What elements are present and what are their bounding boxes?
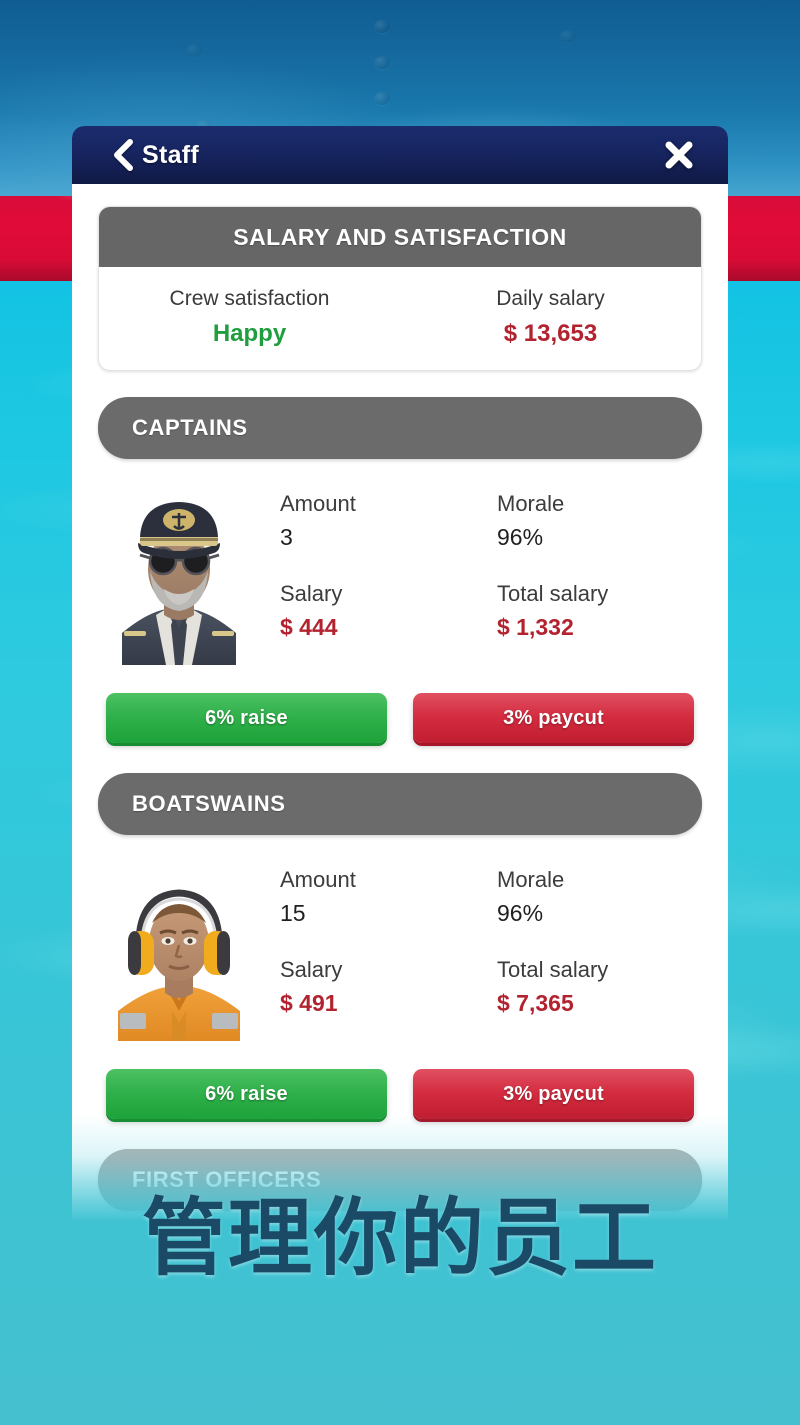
dialog-content-area: SALARY AND SATISFACTION Crew satisfactio… <box>72 184 728 1222</box>
crew-block-boatswains: Amount 15 Morale 96% Salary $ 491 Total … <box>98 861 702 1119</box>
paycut-button[interactable]: 3% paycut <box>413 693 694 743</box>
close-button[interactable] <box>652 126 706 184</box>
crew-stats: Amount 3 Morale 96% Salary $ 444 Total s… <box>280 485 696 641</box>
total-salary-label: Total salary <box>497 581 696 607</box>
dialog-titlebar: Staff <box>72 126 728 184</box>
amount-stat: Amount 15 <box>280 867 479 927</box>
crew-satisfaction-stat: Crew satisfaction Happy <box>99 287 400 348</box>
morale-label: Morale <box>497 491 696 517</box>
salary-value: $ 491 <box>280 990 479 1017</box>
morale-value: 96% <box>497 524 696 551</box>
amount-stat: Amount 3 <box>280 491 479 551</box>
crew-stats: Amount 15 Morale 96% Salary $ 491 Total … <box>280 861 696 1017</box>
stat-row-amount-morale: Amount 15 Morale 96% <box>280 867 696 927</box>
salary-stat: Salary $ 444 <box>280 581 479 641</box>
morale-label: Morale <box>497 867 696 893</box>
amount-label: Amount <box>280 867 479 893</box>
promo-caption: 管理你的员工 <box>0 1196 800 1280</box>
total-salary-stat: Total salary $ 7,365 <box>479 957 696 1017</box>
total-salary-label: Total salary <box>497 957 696 983</box>
total-salary-stat: Total salary $ 1,332 <box>479 581 696 641</box>
salary-stat: Salary $ 491 <box>280 957 479 1017</box>
summary-card-body: Crew satisfaction Happy Daily salary $ 1… <box>99 267 701 370</box>
crew-row: Amount 15 Morale 96% Salary $ 491 Total … <box>98 861 702 1041</box>
crew-satisfaction-value: Happy <box>99 320 400 348</box>
section-header-captains: CAPTAINS <box>98 397 702 459</box>
daily-salary-label: Daily salary <box>400 287 701 311</box>
salary-label: Salary <box>280 581 479 607</box>
morale-stat: Morale 96% <box>479 491 696 551</box>
raise-button[interactable]: 6% raise <box>106 693 387 743</box>
daily-salary-stat: Daily salary $ 13,653 <box>400 287 701 348</box>
salary-label: Salary <box>280 957 479 983</box>
morale-value: 96% <box>497 900 696 927</box>
stat-row-salary: Salary $ 491 Total salary $ 7,365 <box>280 957 696 1017</box>
raise-button[interactable]: 6% raise <box>106 1069 387 1119</box>
captain-avatar-icon <box>104 485 254 665</box>
close-x-icon <box>662 138 696 172</box>
pay-action-row: 6% raise 3% paycut <box>98 693 702 743</box>
crew-block-captains: Amount 3 Morale 96% Salary $ 444 Total s… <box>98 485 702 743</box>
staff-dialog: Staff SALARY AND SATISFACTION Crew satis… <box>72 126 728 1222</box>
salary-value: $ 444 <box>280 614 479 641</box>
pay-action-row: 6% raise 3% paycut <box>98 1069 702 1119</box>
stat-row-salary: Salary $ 444 Total salary $ 1,332 <box>280 581 696 641</box>
boatswain-avatar-icon <box>104 861 254 1041</box>
amount-label: Amount <box>280 491 479 517</box>
crew-row: Amount 3 Morale 96% Salary $ 444 Total s… <box>98 485 702 665</box>
amount-value: 3 <box>280 524 479 551</box>
chevron-left-icon <box>109 138 135 172</box>
daily-salary-value: $ 13,653 <box>400 320 701 348</box>
paycut-button[interactable]: 3% paycut <box>413 1069 694 1119</box>
total-salary-value: $ 7,365 <box>497 990 696 1017</box>
total-salary-value: $ 1,332 <box>497 614 696 641</box>
salary-satisfaction-card: SALARY AND SATISFACTION Crew satisfactio… <box>98 206 702 371</box>
section-header-boatswains: BOATSWAINS <box>98 773 702 835</box>
staff-scroll-content[interactable]: SALARY AND SATISFACTION Crew satisfactio… <box>72 184 728 1211</box>
morale-stat: Morale 96% <box>479 867 696 927</box>
amount-value: 15 <box>280 900 479 927</box>
crew-satisfaction-label: Crew satisfaction <box>99 287 400 311</box>
stat-row-amount-morale: Amount 3 Morale 96% <box>280 491 696 551</box>
summary-card-header: SALARY AND SATISFACTION <box>99 207 701 267</box>
page-title: Staff <box>142 141 199 170</box>
